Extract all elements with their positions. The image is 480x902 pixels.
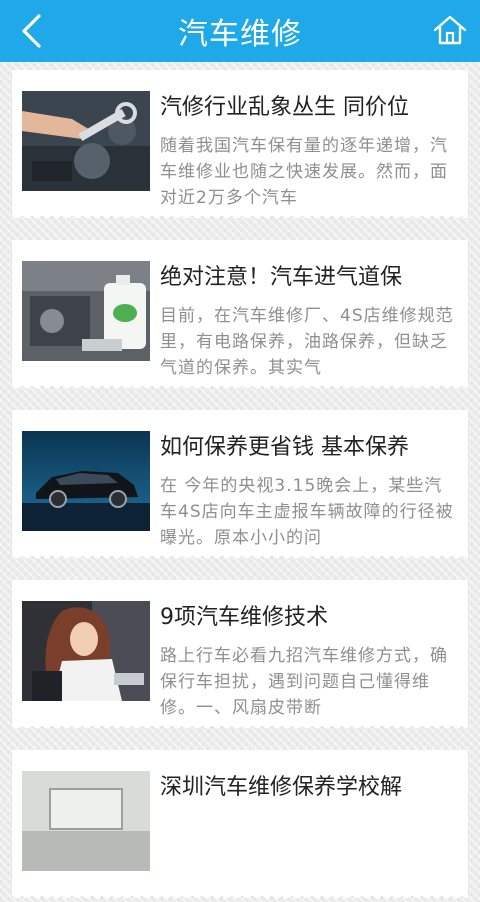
article-title: 深圳汽车维修保养学校解 [160,775,403,800]
article-summary: 路上行车必看九招汽车维修方式，确保行车担扰，遇到问题自己懂得维修。一、风扇皮带断 [160,646,448,718]
article-thumbnail [22,601,150,701]
article-thumbnail [22,261,150,361]
header-bar: 汽车维修 [0,0,480,62]
article-title: 9项汽车维修技术 [160,605,328,630]
home-icon [433,15,467,45]
article-item[interactable]: 汽修行业乱象丛生 同价位 随着我国汽车保有量的逐年递增，汽车维修业也随之快速发展… [12,70,468,222]
article-summary: 随着我国汽车保有量的逐年递增，汽车维修业也随之快速发展。然而，面对近2万多个汽车 [160,136,448,208]
back-arrow-icon [22,14,41,48]
article-summary: 在 今年的央视3.15晚会上，某些汽车4S店向车主虚报车辆故障的行径被曝光。原本… [160,476,454,548]
article-item[interactable]: 9项汽车维修技术 路上行车必看九招汽车维修方式，确保行车担扰，遇到问题自己懂得维… [12,580,468,732]
article-summary: 目前，在汽车维修厂、4S店维修规范里，有电路保养，油路保养，但缺乏气道的保养。其… [160,306,454,378]
article-title: 汽修行业乱象丛生 同价位 [160,95,409,120]
article-summary [160,813,458,891]
home-button[interactable] [430,10,470,50]
back-button[interactable] [12,12,50,50]
article-thumbnail [22,91,150,191]
article-item[interactable]: 绝对注意！汽车进气道保 目前，在汽车维修厂、4S店维修规范里，有电路保养，油路保… [12,240,468,392]
page-title: 汽车维修 [178,17,302,52]
article-title: 绝对注意！汽车进气道保 [160,265,403,290]
article-title: 如何保养更省钱 基本保养 [160,435,409,460]
article-thumbnail [22,431,150,531]
article-item[interactable]: 如何保养更省钱 基本保养 在 今年的央视3.15晚会上，某些汽车4S店向车主虚报… [12,410,468,562]
article-item[interactable]: 深圳汽车维修保养学校解 [12,750,468,902]
article-thumbnail [22,771,150,871]
